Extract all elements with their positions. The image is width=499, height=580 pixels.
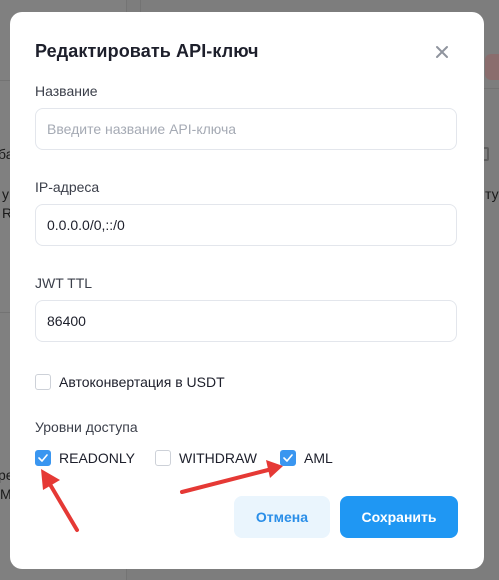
close-button[interactable] [432, 42, 452, 62]
ip-input[interactable] [35, 204, 457, 246]
background-divider [140, 0, 141, 12]
background-divider [0, 312, 10, 313]
cancel-button[interactable]: Отмена [234, 496, 330, 538]
readonly-label: READONLY [59, 450, 135, 466]
edit-api-key-modal: Редактировать API-ключ Название IP-адрес… [10, 12, 484, 569]
save-button[interactable]: Сохранить [340, 496, 458, 538]
access-option-withdraw[interactable]: WITHDRAW [155, 450, 257, 466]
background-divider [0, 80, 10, 81]
readonly-checkbox[interactable] [35, 450, 51, 466]
aml-label: AML [304, 450, 333, 466]
withdraw-label: WITHDRAW [179, 450, 258, 466]
checkmark-icon [38, 454, 48, 462]
ip-label: IP-адреса [35, 179, 100, 195]
close-icon [436, 46, 448, 58]
trash-icon [485, 54, 499, 80]
aml-checkbox[interactable] [280, 450, 296, 466]
auto-convert-checkbox[interactable] [35, 374, 51, 390]
modal-title: Редактировать API-ключ [35, 41, 259, 61]
background-divider [484, 88, 499, 89]
auto-convert-label: Автоконвертация в USDT [59, 374, 225, 390]
access-option-readonly[interactable]: READONLY [35, 450, 135, 466]
jwt-ttl-input[interactable] [35, 300, 457, 342]
name-label: Название [35, 83, 98, 99]
checkmark-icon [283, 454, 293, 462]
auto-convert-checkbox-row[interactable]: Автоконвертация в USDT [35, 374, 225, 390]
jwt-ttl-label: JWT TTL [35, 275, 93, 291]
background-text: ту [485, 186, 499, 202]
name-input[interactable] [35, 108, 457, 150]
access-option-aml[interactable]: AML [280, 450, 333, 466]
access-levels-label: Уровни доступа [35, 419, 138, 435]
background-text: у [2, 186, 9, 202]
withdraw-checkbox[interactable] [155, 450, 171, 466]
